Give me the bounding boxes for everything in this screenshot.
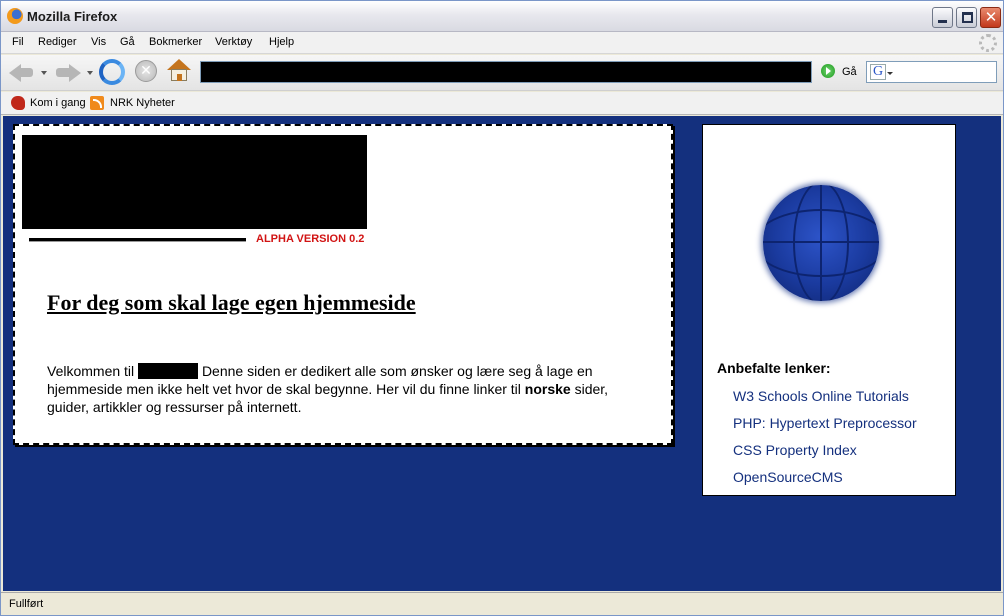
link-php[interactable]: PHP: Hypertext Preprocessor	[733, 415, 917, 431]
window-title: Mozilla Firefox	[27, 9, 118, 24]
go-button[interactable]: Gå	[842, 66, 857, 78]
intro-paragraph: Velkommen til Denne siden er dedikert al…	[47, 363, 609, 415]
back-history-dropdown-icon[interactable]	[41, 71, 47, 75]
page-heading: For deg som skal lage egen hjemmeside	[47, 290, 416, 315]
main-content-panel: ALPHA VERSION 0.2 For deg som skal lage …	[13, 124, 673, 445]
bookmark-kom-i-gang[interactable]: Kom i gang	[30, 97, 86, 109]
bookmarks-toolbar: Kom i gang NRK Nyheter	[1, 92, 1003, 115]
status-text: Fullført	[9, 598, 44, 610]
minimize-icon	[938, 20, 947, 23]
site-logo-redacted	[22, 135, 367, 229]
title-bar: Mozilla Firefox ✕	[1, 1, 1003, 32]
menu-rediger[interactable]: Rediger	[38, 36, 77, 48]
stop-button[interactable]: ✕	[135, 60, 157, 82]
back-button[interactable]	[9, 63, 35, 83]
menu-bar: Fil Rediger Vis Gå Bokmerker Verktøy Hje…	[1, 32, 1003, 54]
home-button[interactable]	[167, 59, 191, 83]
search-engine-dropdown-icon[interactable]	[887, 72, 893, 75]
link-opensourcecms[interactable]: OpenSourceCMS	[733, 469, 843, 485]
menu-vis[interactable]: Vis	[91, 36, 106, 48]
minimize-button[interactable]	[932, 7, 953, 28]
intro-emphasis: norske	[524, 381, 571, 397]
firefox-logo-icon	[7, 8, 23, 24]
forward-button[interactable]	[55, 63, 81, 83]
maximize-icon	[962, 12, 973, 23]
reload-button[interactable]	[99, 59, 125, 85]
bookmark-nrk-nyheter[interactable]: NRK Nyheter	[110, 97, 175, 109]
maximize-button[interactable]	[956, 7, 977, 28]
menu-verktoy[interactable]: Verktøy	[215, 36, 252, 48]
status-bar: Fullført	[1, 592, 1003, 615]
close-icon: ✕	[984, 8, 998, 26]
menu-bokmerker[interactable]: Bokmerker	[149, 36, 202, 48]
close-button[interactable]: ✕	[980, 7, 1001, 28]
page-viewport: ALPHA VERSION 0.2 For deg som skal lage …	[3, 116, 1001, 591]
menu-fil[interactable]: Fil	[12, 36, 24, 48]
logo-divider	[29, 238, 246, 242]
kom-i-gang-bookmark-icon	[11, 96, 25, 110]
menu-ga[interactable]: Gå	[120, 36, 135, 48]
go-icon[interactable]	[821, 64, 835, 78]
activity-throbber-icon	[979, 34, 997, 52]
google-search-engine-icon[interactable]: G	[870, 64, 886, 80]
link-w3schools[interactable]: W3 Schools Online Tutorials	[733, 388, 909, 404]
link-css-property-index[interactable]: CSS Property Index	[733, 442, 857, 458]
address-bar[interactable]	[200, 61, 812, 83]
sidebar-panel: Anbefalte lenker: W3 Schools Online Tuto…	[702, 124, 956, 496]
globe-icon	[763, 185, 879, 301]
browser-window: Mozilla Firefox ✕ Fil Rediger Vis Gå Bok…	[0, 0, 1004, 616]
search-input[interactable]: G	[866, 61, 997, 83]
forward-history-dropdown-icon[interactable]	[87, 71, 93, 75]
forward-arrow-icon	[69, 64, 81, 82]
site-name-redacted	[138, 363, 199, 379]
recommended-links-heading: Anbefalte lenker:	[717, 360, 831, 376]
rss-feed-icon	[90, 96, 104, 110]
menu-hjelp[interactable]: Hjelp	[269, 36, 294, 48]
version-label: ALPHA VERSION 0.2	[256, 233, 365, 245]
